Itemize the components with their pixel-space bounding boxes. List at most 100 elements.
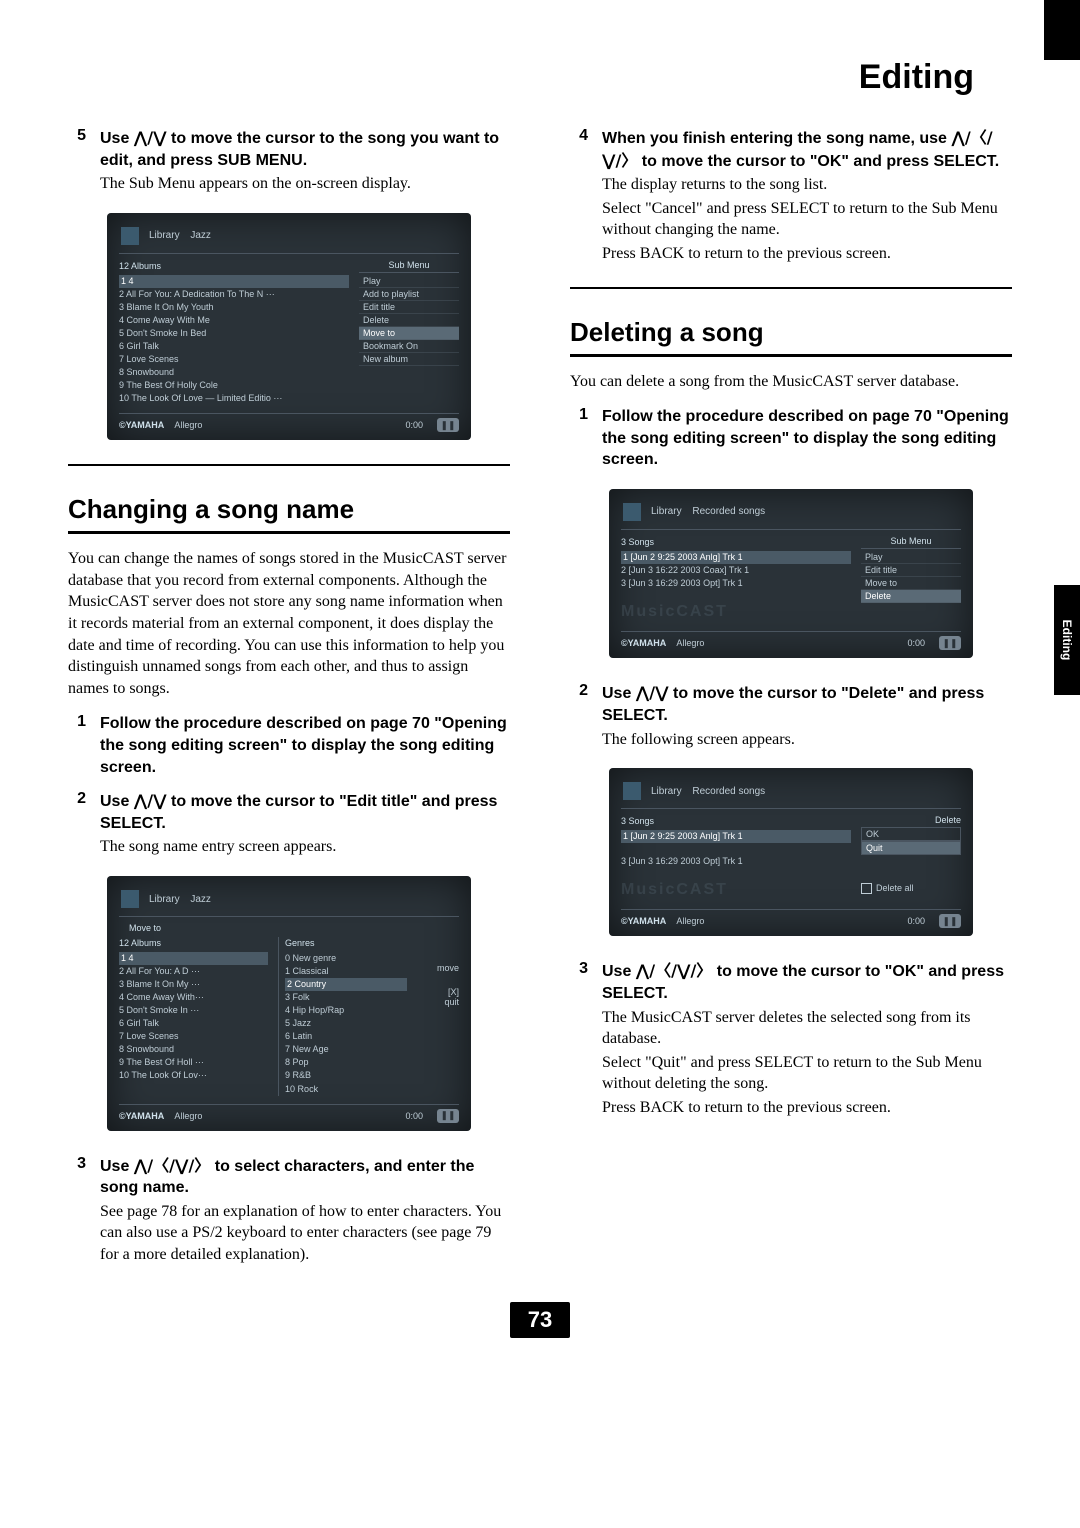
list-item[interactable]: 1 [Jun 2 9:25 2003 Anlg] Trk 1 — [621, 830, 851, 843]
list-item[interactable]: 10 The Look Of Lov··· — [119, 1069, 268, 1082]
submenu-item[interactable]: Bookmark On — [359, 340, 459, 353]
list-item[interactable]: 1 4 — [119, 275, 349, 288]
submenu-item[interactable]: Move to — [359, 327, 459, 340]
body-text: You can delete a song from the MusicCAST… — [570, 371, 1012, 393]
list-item[interactable]: 8 Snowbound — [119, 366, 349, 379]
list-item[interactable]: 8 Snowbound — [119, 1043, 268, 1056]
pause-icon[interactable]: ❚❚ — [437, 418, 459, 432]
step-note: The following screen appears. — [602, 729, 1012, 751]
side-action[interactable]: [X] — [417, 987, 459, 997]
step-number: 3 — [68, 1155, 86, 1266]
pause-icon[interactable]: ❚❚ — [939, 636, 961, 650]
submenu-item[interactable]: Play — [861, 551, 961, 564]
breadcrumb: Library Recorded songs — [651, 506, 773, 517]
submenu-item[interactable]: Edit title — [861, 564, 961, 577]
submenu-item[interactable]: Edit title — [359, 301, 459, 314]
time-label: 0:00 — [405, 420, 423, 430]
list-item[interactable]: 0 New genre — [285, 952, 407, 965]
app-logo-icon — [121, 890, 139, 908]
list-item[interactable]: 10 Rock — [285, 1083, 407, 1096]
list-item[interactable]: 5 Don't Smoke In ··· — [119, 1004, 268, 1017]
section-heading: Deleting a song — [570, 317, 1012, 348]
list-item[interactable]: 4 Come Away With··· — [119, 991, 268, 1004]
step-number: 5 — [68, 127, 86, 195]
step-number: 2 — [570, 682, 588, 750]
list-item[interactable]: 9 The Best Of Holly Cole — [119, 379, 349, 392]
divider — [570, 287, 1012, 289]
list-item[interactable]: 2 Country — [285, 978, 407, 991]
list-item[interactable]: 7 New Age — [285, 1043, 407, 1056]
arrows-icon: ⋀/⋁ — [134, 791, 167, 810]
list-item[interactable]: 1 [Jun 2 9:25 2003 Anlg] Trk 1 — [621, 551, 851, 564]
list-item[interactable]: 3 Folk — [285, 991, 407, 1004]
list-item[interactable]: 3 [Jun 3 16:29 2003 Opt] Trk 1 — [621, 855, 851, 868]
list-title: 3 Songs — [621, 536, 851, 549]
side-action[interactable]: move — [417, 963, 459, 973]
submenu-item[interactable]: Play — [359, 275, 459, 288]
step-note: Press BACK to return to the previous scr… — [602, 243, 1012, 265]
brand-label: ©YAMAHA — [621, 638, 666, 648]
ok-button[interactable]: OK — [861, 827, 961, 841]
pause-icon[interactable]: ❚❚ — [437, 1109, 459, 1123]
list-item[interactable]: 2 All For You: A Dedication To The N ··· — [119, 288, 349, 301]
submenu-title: Sub Menu — [359, 260, 459, 273]
list-item[interactable]: 9 The Best Of Holl ··· — [119, 1056, 268, 1069]
arrows-icon: ⋀/⋁ — [134, 128, 167, 147]
quit-button[interactable]: Quit — [861, 841, 961, 855]
submenu-item[interactable]: New album — [359, 353, 459, 366]
list-item[interactable]: 2 All For You: A D ··· — [119, 965, 268, 978]
step-note: Press BACK to return to the previous scr… — [602, 1097, 1012, 1119]
list-title: 3 Songs — [621, 815, 851, 828]
arrows-icon: ⋀/〈/⋁/〉 — [134, 1156, 211, 1175]
list-item[interactable]: 2 [Jun 3 16:22 2003 Coax] Trk 1 — [621, 564, 851, 577]
corner-tab — [1044, 0, 1080, 60]
step-note: The song name entry screen appears. — [100, 836, 510, 858]
list-item[interactable]: 4 Hip Hop/Rap — [285, 1004, 407, 1017]
list-title: Genres — [285, 937, 407, 950]
list-item[interactable]: 3 Blame It On My Youth — [119, 301, 349, 314]
list-item[interactable]: 6 Latin — [285, 1030, 407, 1043]
step-note: See page 78 for an explanation of how to… — [100, 1201, 510, 1266]
divider — [570, 354, 1012, 357]
list-item[interactable]: 10 The Look Of Love — Limited Editio ··· — [119, 392, 349, 405]
submenu-item[interactable]: Move to — [861, 577, 961, 590]
breadcrumb: Library Jazz — [149, 894, 219, 905]
side-action[interactable]: quit — [417, 997, 459, 1007]
list-item[interactable]: 7 Love Scenes — [119, 353, 349, 366]
divider — [68, 464, 510, 466]
arrows-icon: ⋀/⋁ — [636, 683, 669, 702]
list-item[interactable]: 7 Love Scenes — [119, 1030, 268, 1043]
delete-all-checkbox[interactable]: Delete all — [861, 883, 961, 894]
list-item[interactable]: 5 Don't Smoke In Bed — [119, 327, 349, 340]
submenu-item[interactable]: Add to playlist — [359, 288, 459, 301]
list-item[interactable]: 6 Girl Talk — [119, 340, 349, 353]
submenu-item[interactable]: Delete — [359, 314, 459, 327]
step-number: 2 — [68, 790, 86, 858]
list-item[interactable]: 9 R&B — [285, 1069, 407, 1082]
screenshot-delete-menu: Library Recorded songs 3 Songs 1 [Jun 2 … — [609, 489, 973, 658]
breadcrumb: Library Jazz — [149, 230, 219, 241]
list-item[interactable]: 1 Classical — [285, 965, 407, 978]
right-column: 4 When you finish entering the song name… — [570, 127, 1012, 1270]
step-note: The display returns to the song list. — [602, 174, 1012, 196]
list-item[interactable]: 5 Jazz — [285, 1017, 407, 1030]
time-label: 0:00 — [907, 638, 925, 648]
now-playing: Allegro — [174, 420, 202, 430]
list-item[interactable]: 3 [Jun 3 16:29 2003 Opt] Trk 1 — [621, 577, 851, 590]
list-item[interactable]: 3 Blame It On My ··· — [119, 978, 268, 991]
pause-icon[interactable]: ❚❚ — [939, 914, 961, 928]
step-note: Select "Cancel" and press SELECT to retu… — [602, 198, 1012, 241]
list-item[interactable]: 4 Come Away With Me — [119, 314, 349, 327]
section-heading: Changing a song name — [68, 494, 510, 525]
step-text: Use ⋀/〈/⋁/〉 to select characters, and en… — [100, 1155, 510, 1199]
time-label: 0:00 — [405, 1111, 423, 1121]
list-title: 12 Albums — [119, 937, 268, 950]
screenshot-submenu: Library Jazz 12 Albums 1 4 2 All For You… — [107, 213, 471, 441]
breadcrumb: Library Recorded songs — [651, 786, 773, 797]
list-item[interactable]: 1 4 — [119, 952, 268, 965]
submenu-item[interactable]: Delete — [861, 590, 961, 603]
divider — [68, 531, 510, 534]
list-item[interactable]: 8 Pop — [285, 1056, 407, 1069]
list-item[interactable]: 6 Girl Talk — [119, 1017, 268, 1030]
app-logo-icon — [623, 503, 641, 521]
